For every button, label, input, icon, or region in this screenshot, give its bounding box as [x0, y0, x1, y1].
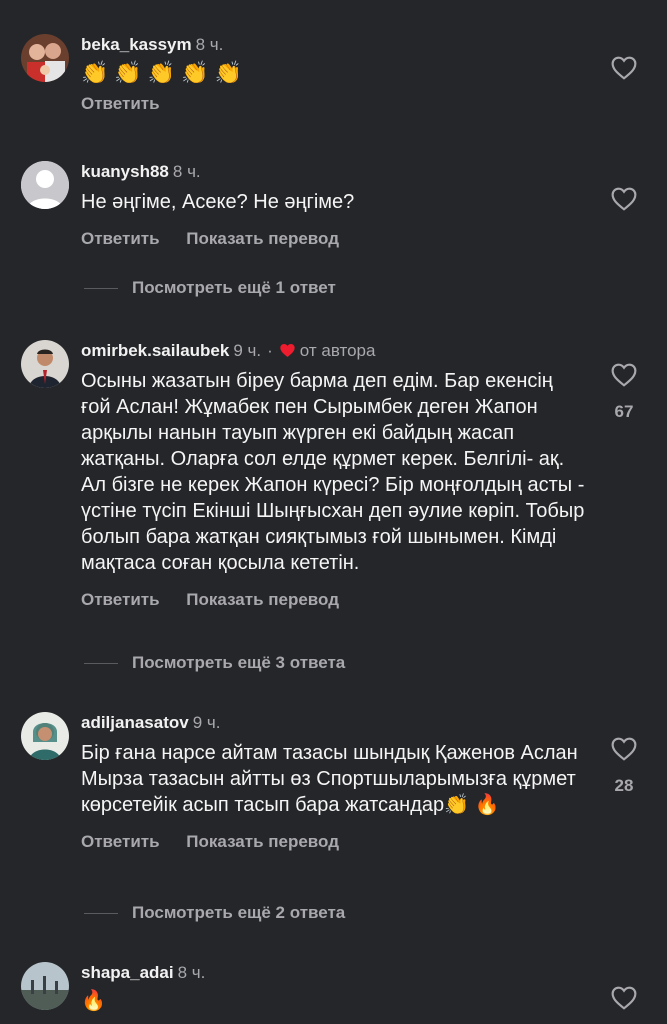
divider-line	[84, 663, 118, 665]
heart-icon[interactable]	[611, 986, 637, 1010]
comment-text: 🔥	[81, 990, 106, 1012]
translate-button[interactable]: Показать перевод	[186, 229, 339, 248]
divider-line	[84, 913, 118, 915]
comment-header: omirbek.sailaubek 9 ч. · от автора	[81, 340, 587, 362]
username[interactable]: omirbek.sailaubek	[81, 341, 229, 360]
timestamp: 8 ч.	[172, 162, 201, 181]
divider-line	[84, 288, 118, 290]
heart-icon[interactable]	[611, 363, 637, 387]
username[interactable]: adiljanasatov	[81, 713, 189, 732]
avatar[interactable]	[21, 340, 69, 388]
view-more-replies-label: Посмотреть ещё 1 ответ	[132, 278, 336, 297]
view-more-replies-label: Посмотреть ещё 2 ответа	[132, 903, 346, 922]
comment-header: shapa_adai 8 ч.	[81, 962, 587, 984]
comment-text: Осыны жазатын біреу барма деп едім. Бар …	[81, 370, 585, 574]
like-count: 67	[614, 402, 634, 421]
view-more-replies[interactable]: Посмотреть ещё 2 ответа	[84, 903, 345, 923]
liked-by-author-label: от автора	[299, 341, 376, 360]
reply-button[interactable]: Ответить	[81, 229, 160, 248]
view-more-replies-label: Посмотреть ещё 3 ответа	[132, 653, 346, 672]
reply-button[interactable]: Ответить	[81, 94, 160, 113]
comment-text: 👏👏👏👏👏	[81, 60, 248, 85]
avatar[interactable]	[21, 34, 69, 82]
heart-icon[interactable]	[611, 56, 637, 80]
username[interactable]: beka_kassym	[81, 35, 192, 54]
like-count: 28	[614, 776, 634, 795]
author-heart-icon	[280, 344, 295, 357]
comment-actions: Ответить Показать перевод	[81, 590, 587, 610]
avatar[interactable]	[21, 962, 69, 1010]
view-more-replies[interactable]: Посмотреть ещё 3 ответа	[84, 653, 345, 673]
comment-actions: Ответить Показать перевод	[81, 832, 587, 852]
heart-icon[interactable]	[611, 187, 637, 211]
avatar[interactable]	[21, 712, 69, 760]
timestamp: 8 ч.	[177, 963, 206, 982]
comment-text: Бір ғана нарсе айтам тазасы шындық Қажен…	[81, 742, 578, 816]
comment-header: kuanysh88 8 ч.	[81, 161, 587, 183]
username[interactable]: shapa_adai	[81, 963, 174, 982]
reply-button[interactable]: Ответить	[81, 832, 160, 851]
comment-actions: Ответить Показать перевод	[81, 229, 587, 249]
timestamp: 8 ч.	[195, 35, 224, 54]
translate-button[interactable]: Показать перевод	[186, 832, 339, 851]
separator-dot: ·	[267, 341, 273, 360]
comment-text: Не әңгіме, Асеке? Не әңгіме?	[81, 191, 355, 213]
comment-actions: Ответить	[81, 94, 587, 114]
username[interactable]: kuanysh88	[81, 162, 169, 181]
heart-icon[interactable]	[611, 737, 637, 761]
timestamp: 9 ч.	[233, 341, 262, 360]
timestamp: 9 ч.	[192, 713, 221, 732]
comment-header: beka_kassym 8 ч.	[81, 34, 587, 56]
comment-header: adiljanasatov 9 ч.	[81, 712, 587, 734]
translate-button[interactable]: Показать перевод	[186, 590, 339, 609]
view-more-replies[interactable]: Посмотреть ещё 1 ответ	[84, 278, 336, 298]
avatar[interactable]	[21, 161, 69, 209]
reply-button[interactable]: Ответить	[81, 590, 160, 609]
